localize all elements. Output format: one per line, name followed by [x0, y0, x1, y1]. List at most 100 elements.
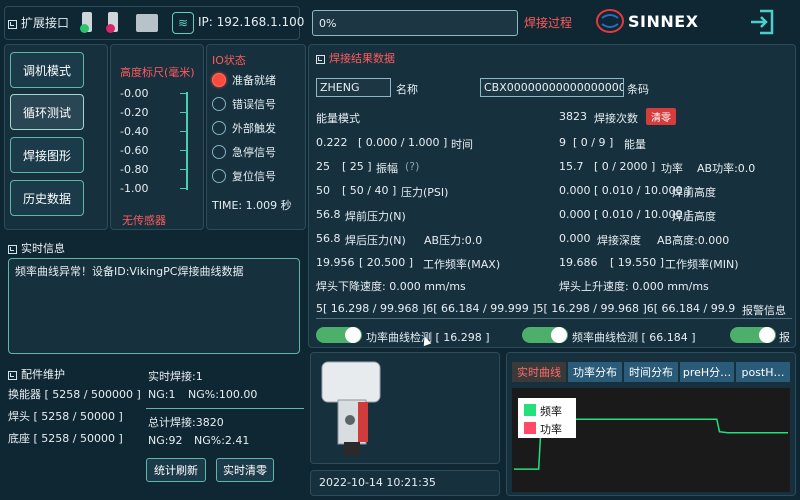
result-label: 压力(PSI): [401, 186, 449, 199]
result-label: 功率: [661, 162, 683, 175]
expand-port-label: 扩展接口: [21, 16, 70, 30]
alarm-divider: [316, 318, 792, 319]
power-curve-toggle[interactable]: [316, 327, 362, 343]
status-check-icon: [80, 24, 89, 33]
io-status-title: IO状态: [212, 54, 246, 67]
result-value: 0.222: [316, 136, 348, 149]
result-value: 9: [559, 136, 566, 149]
total-weld-count: 总计焊接:3820: [148, 416, 224, 429]
height-scale-tick: -0.60: [120, 144, 149, 157]
third-curve-toggle[interactable]: [730, 327, 776, 343]
status-off-icon: [212, 169, 226, 183]
chart-tab[interactable]: 实时曲线: [512, 362, 566, 382]
name-input[interactable]: ZHENG: [316, 78, 391, 97]
result-label: 焊后压力(N): [345, 234, 406, 247]
progress-text: 0%: [319, 17, 337, 30]
section-icon: [8, 244, 17, 254]
sinnex-logo-mark-icon: [596, 9, 624, 33]
result-label: 焊前高度: [672, 186, 716, 199]
name-label: 名称: [396, 83, 418, 96]
realtime-clear-button[interactable]: 实时清零: [216, 458, 274, 482]
ng-realtime: NG:1: [148, 388, 176, 401]
weld-results-header: 焊接结果数据: [316, 50, 395, 66]
ng-total: NG:92: [148, 434, 183, 447]
barcode-input[interactable]: CBX0000000000000000000: [480, 78, 624, 97]
parts-title: 配件维护: [21, 368, 65, 381]
status-off-icon: [212, 121, 226, 135]
history-data-button[interactable]: 历史数据: [10, 180, 84, 216]
height-scale-tick: -1.00: [120, 182, 149, 195]
height-scale-tick: -0.00: [120, 87, 149, 100]
debug-mode-button[interactable]: 调机模式: [10, 52, 84, 88]
toggle-knob: [759, 327, 775, 343]
weld-count-value: 3823: [559, 110, 587, 123]
result-value: 19.686: [559, 256, 598, 269]
barcode-label: 条码: [627, 83, 649, 96]
result-value: 0.000: [559, 208, 591, 221]
result-label: 焊后高度: [672, 210, 716, 223]
legend-swatch: [524, 422, 536, 434]
sinnex-logo: SINNEX: [596, 8, 714, 34]
ip-address: IP: 192.168.1.100: [198, 15, 305, 29]
io-status-item: 复位信号: [212, 168, 276, 184]
result-range: [ 0 / 2000 ]: [594, 160, 656, 173]
exit-button[interactable]: [748, 8, 776, 36]
stats-refresh-button[interactable]: 统计刷新: [146, 458, 206, 482]
device-image: [318, 360, 384, 460]
realtime-curve-chart: 频率功率: [512, 388, 790, 492]
brand-name: SINNEX: [628, 11, 699, 31]
alarm-info-label: 报警信息: [742, 304, 786, 317]
result-label: 焊接深度: [597, 234, 641, 247]
welder-machine-icon: [321, 361, 381, 456]
wifi-icon[interactable]: ≋: [172, 12, 194, 34]
result-extra: AB功率:0.0: [697, 162, 756, 175]
result-label: 振幅: [376, 162, 398, 175]
chart-tab[interactable]: 时间分布: [624, 362, 678, 382]
result-value: 15.7: [559, 160, 584, 173]
status-error-icon: [106, 24, 115, 33]
head-down-speed: 焊头下降速度: 0.000 mm/ms: [316, 280, 466, 293]
expand-port-header: 扩展接口: [8, 14, 69, 31]
weld-progress-bar: 0%: [312, 10, 518, 36]
result-range: [ 50 / 40 ]: [342, 184, 397, 197]
result-extra: AB压力:0.0: [424, 234, 483, 247]
weld-count-clear-button[interactable]: 清零: [646, 108, 676, 125]
weld-results-title: 焊接结果数据: [329, 52, 395, 65]
result-label: 焊前压力(N): [345, 210, 406, 223]
io-status-item: 外部触发: [212, 120, 276, 136]
io-status-item: 急停信号: [212, 144, 276, 160]
io-status-label: 复位信号: [232, 170, 276, 183]
realtime-title: 实时信息: [21, 242, 65, 255]
result-range: [ 20.500 ]: [359, 256, 414, 269]
chart-tab[interactable]: 功率分布: [568, 362, 622, 382]
ng-pct-total: NG%:2.41: [194, 434, 250, 447]
chart-tab[interactable]: postH…: [736, 362, 790, 382]
result-value: 56.8: [316, 208, 341, 221]
height-scale-tick: -0.80: [120, 163, 149, 176]
alarm-codes: 5[ 16.298 / 99.968 ]6[ 66.184 / 99.999 ]…: [316, 302, 736, 315]
legend-label: 频率: [540, 404, 562, 418]
result-label: 工作频率(MIN): [665, 258, 739, 271]
result-value: 19.956: [316, 256, 355, 269]
height-scale-tick: -0.40: [120, 125, 149, 138]
head-up-speed: 焊头上升速度: 0.000 mm/ms: [559, 280, 709, 293]
section-icon: [8, 370, 17, 380]
freq-curve-toggle[interactable]: [522, 327, 568, 343]
realtime-message-box: 频率曲线异常！设备ID:VikingPC焊接曲线数据: [8, 258, 300, 354]
part-base: 底座 [ 5258 / 50000 ]: [8, 432, 123, 445]
section-icon: [8, 19, 17, 29]
result-extra: AB高度:0.000: [657, 234, 730, 247]
result-label: 工作频率(MAX): [423, 258, 501, 271]
help-icon[interactable]: (?): [405, 160, 419, 173]
cycle-test-button[interactable]: 循环测试: [10, 94, 84, 130]
result-label: 能量: [624, 138, 646, 151]
height-scale-tick: -0.20: [120, 106, 149, 119]
chart-tab[interactable]: preH分…: [680, 362, 734, 382]
result-range: [ 0.000 / 1.000 ]: [358, 136, 448, 149]
legend-label: 功率: [540, 422, 562, 436]
weld-graph-button[interactable]: 焊接图形: [10, 137, 84, 173]
height-scale-bar: [186, 92, 188, 190]
result-value: 0.000: [559, 184, 591, 197]
result-range: [ 25 ]: [342, 160, 372, 173]
status-on-icon: [212, 73, 226, 87]
